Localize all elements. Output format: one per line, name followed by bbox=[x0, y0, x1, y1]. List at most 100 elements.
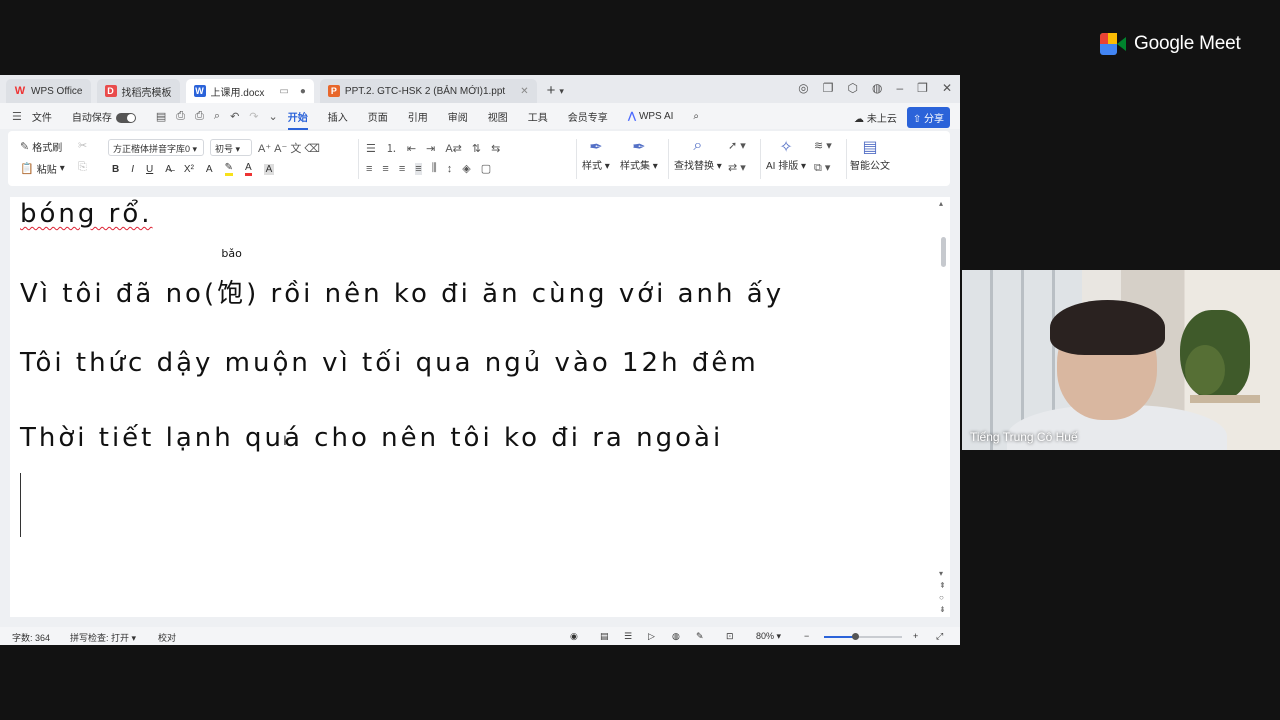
ai-format-icon[interactable]: ≋ ▾ bbox=[814, 139, 832, 152]
scroll-up-icon[interactable]: ▴ bbox=[939, 199, 943, 208]
tab-tools[interactable]: 工具 bbox=[528, 109, 548, 124]
tab-member[interactable]: 会员专享 bbox=[568, 109, 608, 124]
document-page[interactable]: bóng rổ. Vì tôi đã no(bǎo 饱) rồi nên ko đ… bbox=[10, 197, 950, 617]
numbering-icon[interactable]: ⒈ bbox=[386, 140, 397, 156]
tab-references[interactable]: 引用 bbox=[408, 109, 428, 124]
highlight-icon[interactable]: ✎ bbox=[224, 162, 233, 176]
format-painter-button[interactable]: ✎ 格式刷 bbox=[20, 139, 62, 154]
smart-doc-button[interactable]: ▤ 智能公文 bbox=[850, 137, 890, 172]
line-spacing-icon[interactable]: ↕ bbox=[447, 163, 453, 175]
tab-review[interactable]: 审阅 bbox=[448, 109, 468, 124]
tab-wps-office[interactable]: W WPS Office bbox=[6, 79, 91, 103]
tab-view[interactable]: 视图 bbox=[488, 109, 508, 124]
doc-line-2[interactable]: Vì tôi đã no(bǎo 饱) rồi nên ko đi ăn cùng… bbox=[20, 247, 784, 310]
decrease-indent-icon[interactable]: ⇤ bbox=[407, 142, 416, 155]
shrink-font-icon[interactable]: A⁻ bbox=[274, 142, 287, 155]
tab-monitor-icon[interactable]: ▭ bbox=[279, 86, 288, 97]
web-view-icon[interactable]: ◍ bbox=[672, 631, 680, 642]
more-chevron-icon[interactable]: ⌄ bbox=[269, 110, 278, 123]
align-right-icon[interactable]: ≡ bbox=[399, 163, 405, 175]
search-icon[interactable]: ⌕ bbox=[693, 111, 699, 122]
copilot-icon[interactable]: ◎ bbox=[798, 81, 808, 95]
eraser-icon[interactable]: ✂ bbox=[78, 139, 87, 152]
tab-list-chevron-icon[interactable]: ▾ bbox=[559, 86, 564, 97]
redo-icon[interactable]: ↷ bbox=[249, 110, 258, 123]
save-icon[interactable]: ▤ bbox=[156, 110, 166, 123]
shading-icon[interactable]: ◈ bbox=[462, 162, 470, 175]
increase-indent-icon[interactable]: ⇥ bbox=[426, 142, 435, 155]
new-tab-plus-icon[interactable]: + bbox=[547, 82, 556, 99]
next-page-icon[interactable]: ⇟ bbox=[939, 605, 946, 614]
tab-ppt-document[interactable]: P PPT.2. GTC-HSK 2 (BẢN MỚI)1.ppt ✕ bbox=[319, 79, 537, 103]
select-icon[interactable]: ➚ ▾ bbox=[728, 139, 746, 152]
read-mode-icon[interactable]: ▷ bbox=[648, 631, 655, 642]
page-view-icon[interactable]: ▤ bbox=[600, 631, 609, 642]
style-set-button[interactable]: ✒ 样式集 ▾ bbox=[620, 137, 658, 172]
undo-icon[interactable]: ↶ bbox=[230, 110, 239, 123]
ai-layout-button[interactable]: ✧ AI 排版 ▾ bbox=[766, 137, 806, 172]
doc-line-1[interactable]: bóng rổ. bbox=[20, 199, 153, 229]
replace-icon[interactable]: ⇄ ▾ bbox=[728, 161, 746, 174]
bold-icon[interactable]: B bbox=[112, 164, 119, 175]
tab-close-icon[interactable]: ✕ bbox=[520, 86, 528, 97]
proofread-button[interactable]: 校对 bbox=[158, 631, 176, 644]
menu-file[interactable]: 文件 bbox=[32, 109, 52, 124]
zoom-slider[interactable] bbox=[824, 633, 902, 640]
export-pdf-icon[interactable]: ⎙ bbox=[176, 110, 185, 123]
sort-icon[interactable]: ⇅ bbox=[472, 142, 481, 155]
write-mode-icon[interactable]: ✎ bbox=[696, 631, 704, 642]
doc-line-4[interactable]: Thời tiết lạnh quá cho nên tôi ko đi ra … bbox=[20, 423, 723, 453]
find-replace-button[interactable]: ⌕ 查找替换 ▾ bbox=[674, 137, 722, 172]
print-icon[interactable]: ⎙ bbox=[195, 110, 204, 123]
distribute-icon[interactable]: ⫼ bbox=[432, 162, 437, 175]
strikethrough-icon[interactable]: A̶ bbox=[165, 164, 172, 175]
align-center-icon[interactable]: ≡ bbox=[382, 163, 388, 175]
vertical-scrollbar[interactable]: ▴ ▾ ⇞ ○ ⇟ bbox=[938, 197, 950, 617]
restore-tab-icon[interactable]: ❐ bbox=[823, 81, 834, 95]
font-size-select[interactable]: 初号 ▾ bbox=[210, 139, 252, 156]
participant-video-tile[interactable]: Tiếng Trung Cô Huế bbox=[962, 270, 1280, 450]
share-button[interactable]: ⇧ 分享 bbox=[906, 107, 950, 128]
copy-icon[interactable]: ⎘ bbox=[78, 161, 87, 174]
tab-page[interactable]: 页面 bbox=[368, 109, 388, 124]
tab-docer-templates[interactable]: D 找稻壳模板 bbox=[96, 79, 180, 103]
paste-button[interactable]: 📋 粘贴 ▾ bbox=[20, 161, 65, 176]
font-color-icon[interactable]: A bbox=[244, 162, 252, 176]
fit-page-icon[interactable]: ⊡ bbox=[726, 631, 734, 642]
align-left-icon[interactable]: ≡ bbox=[366, 163, 372, 175]
char-shading-icon[interactable]: A bbox=[263, 163, 275, 175]
justify-icon[interactable]: ≡ bbox=[415, 162, 422, 175]
word-count[interactable]: 字数: 364 bbox=[12, 631, 50, 644]
text-direction-icon[interactable]: A⇄ bbox=[445, 142, 462, 155]
underline-icon[interactable]: U bbox=[146, 164, 153, 175]
font-family-select[interactable]: 方正楷体拼音字库0 ▾ bbox=[108, 139, 204, 156]
text-effect-icon[interactable]: A bbox=[206, 164, 213, 175]
eye-protection-icon[interactable]: ◉ bbox=[570, 631, 578, 642]
browse-object-icon[interactable]: ○ bbox=[939, 593, 944, 602]
zoom-in-icon[interactable]: + bbox=[913, 631, 918, 641]
bullets-icon[interactable]: ☰ bbox=[366, 142, 376, 155]
tab-insert[interactable]: 插入 bbox=[328, 109, 348, 124]
cloud-status[interactable]: ☁ 未上云 bbox=[854, 110, 897, 125]
tabs-icon[interactable]: ⇆ bbox=[491, 142, 500, 155]
tab-current-document[interactable]: W 上课用.docx ▭ ● bbox=[185, 79, 314, 103]
close-icon[interactable]: ✕ bbox=[942, 81, 952, 95]
hamburger-menu-icon[interactable]: ☰ bbox=[12, 110, 22, 123]
outline-view-icon[interactable]: ☰ bbox=[624, 631, 632, 642]
autosave-toggle[interactable] bbox=[115, 112, 136, 123]
prev-page-icon[interactable]: ⇞ bbox=[939, 581, 946, 590]
minimize-icon[interactable]: – bbox=[896, 81, 903, 95]
cube-icon[interactable]: ⬡ bbox=[848, 81, 858, 95]
unsaved-dot-icon[interactable]: ● bbox=[300, 86, 306, 97]
clear-format-icon[interactable]: ⌫ bbox=[304, 142, 320, 155]
avatar[interactable]: ◍ bbox=[872, 81, 882, 95]
zoom-level[interactable]: 80% ▾ bbox=[756, 631, 781, 642]
ai-more-icon[interactable]: ⧉ ▾ bbox=[814, 161, 830, 175]
italic-icon[interactable]: I bbox=[131, 164, 134, 175]
styles-button[interactable]: ✒ 样式 ▾ bbox=[582, 137, 610, 172]
zoom-out-icon[interactable]: − bbox=[804, 631, 809, 641]
pinyin-guide-icon[interactable]: 文 bbox=[290, 140, 301, 156]
grow-font-icon[interactable]: A⁺ bbox=[258, 142, 271, 155]
border-icon[interactable]: ▢ bbox=[481, 162, 491, 175]
tab-home[interactable]: 开始 bbox=[287, 109, 308, 130]
